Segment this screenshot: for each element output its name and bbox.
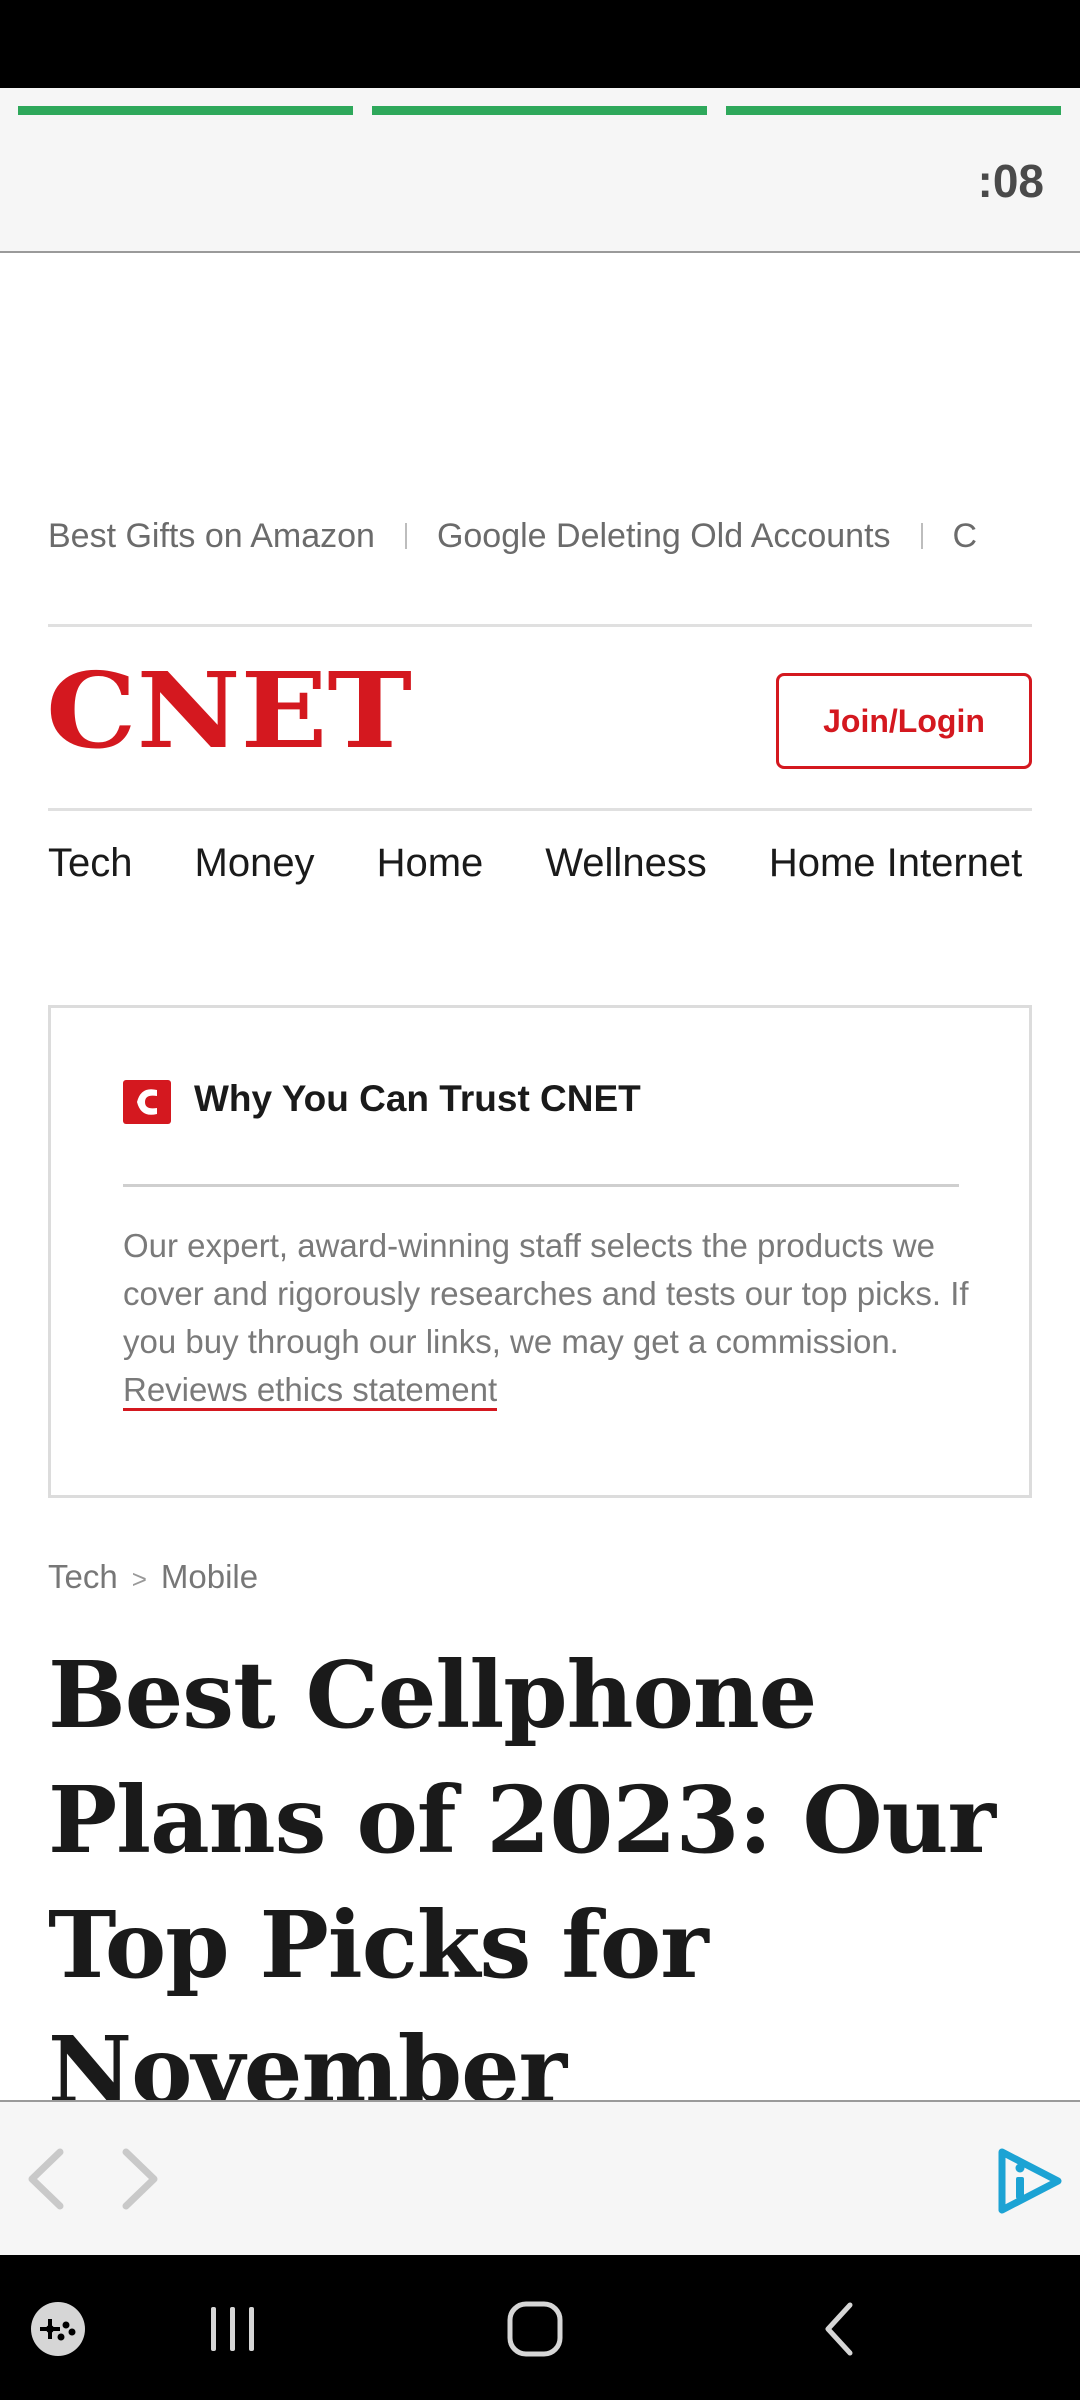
trending-bar: Best Gifts on Amazon Google Deleting Old … [48, 515, 1032, 565]
recents-icon[interactable] [205, 2301, 261, 2357]
story-header: :08 [0, 88, 1080, 253]
chevron-right-icon[interactable] [108, 2144, 168, 2214]
story-progress-bar [726, 106, 1061, 115]
nav-item-home-internet[interactable]: Home Internet [769, 841, 1022, 886]
trust-text: Our expert, award-winning staff selects … [123, 1227, 969, 1360]
story-progress-bar [372, 106, 707, 115]
breadcrumb-tech[interactable]: Tech [48, 1558, 118, 1595]
cnet-logo[interactable]: CNET [46, 665, 414, 753]
trust-body: Our expert, award-winning staff selects … [123, 1222, 973, 1414]
nav-item-home[interactable]: Home [377, 841, 484, 886]
trending-link[interactable]: C [953, 517, 978, 556]
status-bar [0, 0, 1080, 88]
breadcrumb-separator: > [131, 1564, 147, 1594]
trust-box: Why You Can Trust CNET Our expert, award… [48, 1005, 1032, 1498]
system-nav-bar [0, 2255, 1080, 2400]
nav-item-wellness[interactable]: Wellness [545, 841, 707, 886]
nav-divider [48, 808, 1032, 811]
story-nav-bar [0, 2100, 1080, 2255]
header-divider [48, 624, 1032, 627]
logo-text: CNET [46, 665, 412, 753]
trust-title: Why You Can Trust CNET [194, 1078, 641, 1119]
web-content[interactable]: Best Gifts on Amazon Google Deleting Old … [0, 253, 1080, 2100]
nav-item-tech[interactable]: Tech [48, 841, 133, 886]
adchoices-icon[interactable] [994, 2146, 1064, 2216]
main-nav: Tech Money Home Wellness Home Internet [48, 841, 1032, 901]
cnet-c-icon [123, 1080, 171, 1124]
join-login-button[interactable]: Join/Login [776, 673, 1032, 769]
back-icon[interactable] [812, 2299, 868, 2359]
breadcrumb-mobile[interactable]: Mobile [161, 1558, 258, 1595]
trending-link[interactable]: Best Gifts on Amazon [48, 517, 375, 556]
trending-divider [920, 523, 923, 550]
reviews-ethics-link[interactable]: Reviews ethics statement [123, 1371, 498, 1411]
trending-divider [404, 523, 407, 550]
nav-item-money[interactable]: Money [195, 841, 315, 886]
trending-link[interactable]: Google Deleting Old Accounts [437, 517, 891, 556]
article-headline: Best Cellphone Plans of 2023: Our Top Pi… [48, 1641, 996, 2100]
game-launcher-icon[interactable] [28, 2299, 88, 2359]
home-icon[interactable] [505, 2299, 565, 2359]
chevron-left-icon[interactable] [20, 2144, 80, 2214]
trust-divider [123, 1184, 959, 1187]
story-timer: :08 [977, 155, 1044, 207]
story-progress-bar [18, 106, 353, 115]
breadcrumb: Tech > Mobile [48, 1558, 258, 1596]
